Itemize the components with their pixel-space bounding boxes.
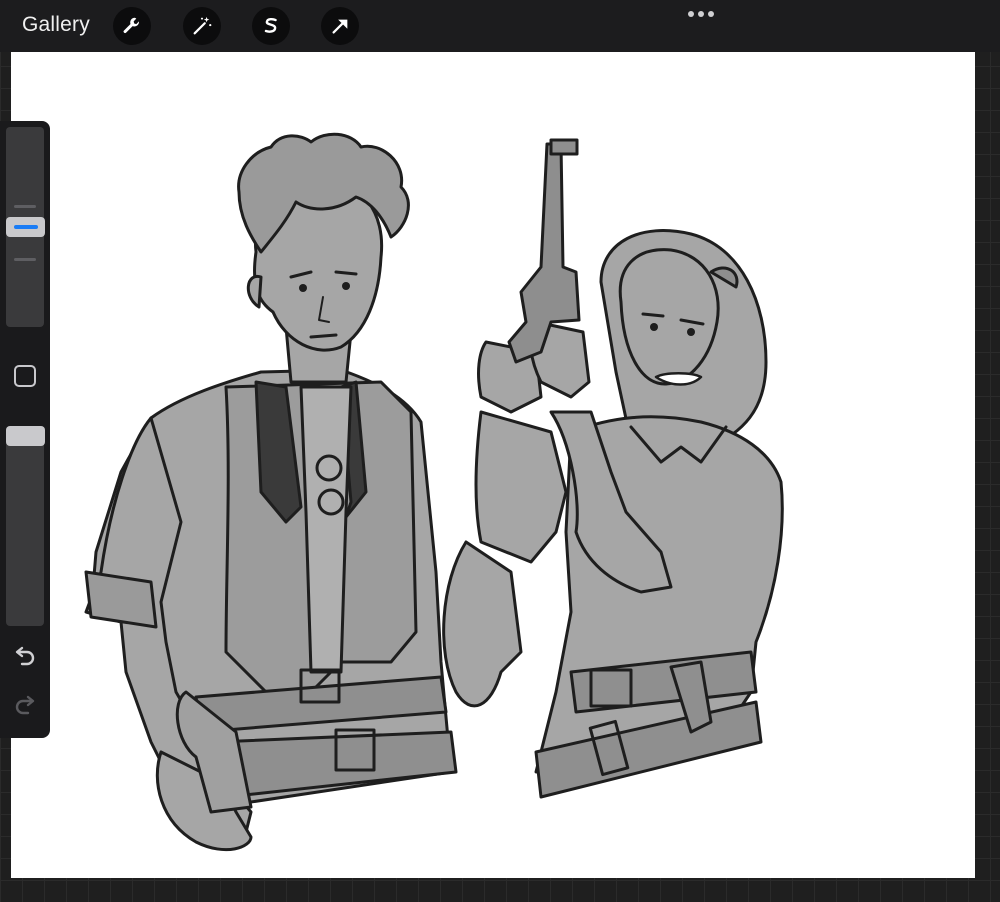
magic-wand-icon — [193, 16, 212, 35]
opacity-thumb[interactable] — [6, 426, 45, 446]
sketch-woman — [442, 138, 784, 799]
redo-icon[interactable] — [13, 695, 37, 715]
actions-button[interactable] — [113, 7, 151, 45]
square-modify-icon[interactable] — [14, 365, 36, 387]
gallery-button[interactable]: Gallery — [22, 13, 90, 37]
transform-arrow-icon — [332, 19, 348, 34]
selection-s-icon — [264, 17, 277, 33]
undo-icon[interactable] — [13, 646, 37, 666]
size-tick — [14, 205, 36, 208]
size-tick — [14, 258, 36, 261]
drawing-canvas[interactable] — [11, 52, 975, 878]
brush-size-thumb[interactable] — [6, 217, 45, 237]
transform-button[interactable] — [321, 7, 359, 45]
selection-button[interactable] — [252, 7, 290, 45]
wrench-icon — [123, 17, 139, 34]
sketch-man — [84, 132, 458, 852]
adjustments-button[interactable] — [183, 7, 221, 45]
opacity-slider[interactable] — [6, 426, 45, 626]
ellipsis-icon[interactable] — [687, 9, 717, 19]
side-toolbar — [0, 121, 50, 738]
top-toolbar: Gallery — [0, 0, 1000, 52]
sketch-illustration — [84, 132, 784, 852]
brush-size-slider[interactable] — [6, 127, 45, 327]
